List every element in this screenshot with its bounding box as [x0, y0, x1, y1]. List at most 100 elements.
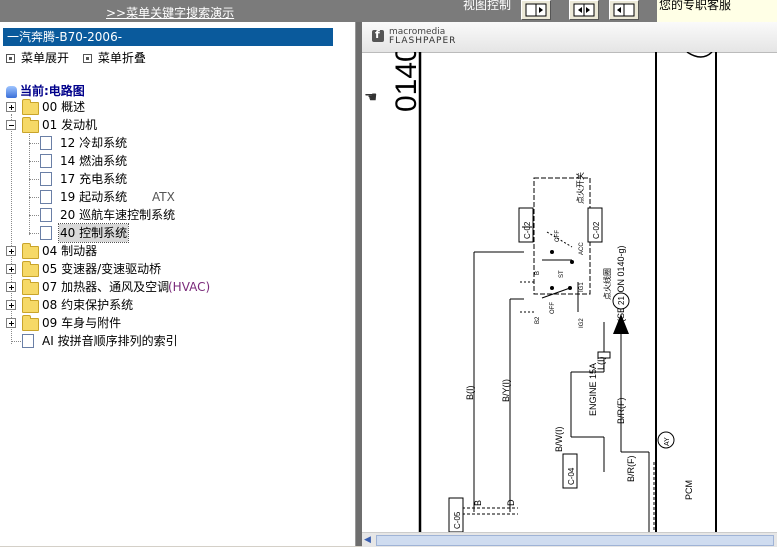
tree-item-label: 17 充电系统 — [60, 172, 128, 186]
service-label: 您的专职客服 — [659, 0, 732, 12]
current-location-label: 当前:电路图 — [20, 84, 85, 98]
page-icon — [40, 136, 52, 150]
scroll-left-arrow-icon[interactable]: ◀ — [364, 535, 374, 545]
wire-label: B/R(F) — [616, 398, 626, 425]
flashpaper-toolbar: macromedia FLASHPAPER — [362, 22, 777, 53]
expand-menu-button[interactable]: 菜单展开 — [6, 51, 69, 65]
document-viewer: macromedia FLASHPAPER 0140 ☚ C-02 C-02 点… — [362, 22, 777, 547]
expand-toggle-icon[interactable] — [6, 246, 16, 256]
switch-pin-label: ST — [559, 270, 565, 278]
expand-toggle-icon[interactable] — [6, 282, 16, 292]
document-title: 一汽奔腾-B70-2006- — [3, 28, 333, 46]
switch-pin-label: IG2 — [579, 318, 585, 328]
page-icon — [22, 334, 34, 348]
tree-guide-line — [29, 197, 39, 198]
folder-icon — [22, 315, 39, 331]
menu-operations: 菜单展开 菜单折叠 — [6, 49, 156, 66]
tree-guide-line — [29, 161, 39, 162]
split-right-icon — [613, 3, 635, 17]
wire-label: B/W(I) — [554, 427, 564, 453]
tree-item-label: 09 车身与附件 — [42, 316, 122, 330]
switch-contact — [550, 250, 554, 254]
expand-toggle-icon[interactable] — [6, 318, 16, 328]
diagram-canvas[interactable]: 0140 ☚ C-02 C-02 点火开关 OFF ACC IG1 ST IG2… — [362, 52, 777, 532]
tree-guide-line — [29, 215, 39, 216]
expand-toggle-icon[interactable] — [6, 102, 16, 112]
tree-item-label: 19 起动系统 — [60, 190, 128, 204]
tree-item-label: 08 约束保护系统 — [42, 298, 134, 312]
tree-guide-line — [11, 341, 21, 342]
hand-cursor-icon: ☚ — [364, 89, 377, 106]
page-icon — [40, 172, 52, 186]
tree-item-suffix: (HVAC) — [168, 280, 211, 294]
switch-pin-label: IG1 — [579, 282, 585, 292]
circle-marker-label: 21 — [617, 296, 626, 305]
frame-line — [686, 52, 713, 58]
tree-item-label: 07 加热器、通风及空调 — [42, 280, 170, 294]
folder-icon — [22, 243, 39, 259]
switch-pin-label: OFF — [550, 302, 556, 314]
connector-label: C-04 — [567, 467, 576, 485]
tree-guide-line — [29, 179, 39, 180]
wire-label: B(I) — [465, 385, 475, 400]
tree-guide-line — [29, 132, 30, 235]
flashpaper-logo-icon — [372, 28, 384, 42]
expand-toggle-icon[interactable] — [6, 300, 16, 310]
tree-guide-line — [29, 143, 39, 144]
view-control-label: 视图控制 — [463, 0, 512, 12]
horizontal-scrollbar[interactable]: ◀ — [362, 532, 777, 547]
tree-item-label: AI 按拼音顺序排列的索引 — [42, 334, 178, 348]
tree-item-label: 12 冷却系统 — [60, 136, 128, 150]
top-toolbar: >>菜单关键字搜索演示 视图控制 您的专职客服 — [0, 0, 777, 22]
connector-label: C-02 — [592, 221, 601, 239]
collapse-menu-label: 菜单折叠 — [97, 51, 146, 65]
layout-left-button[interactable] — [521, 0, 551, 20]
switch-contact — [570, 260, 574, 264]
navigation-pane: 一汽奔腾-B70-2006- 菜单展开 菜单折叠 当前:电路图 00 概述 01… — [0, 22, 356, 546]
split-left-icon — [525, 3, 547, 17]
expand-toggle-icon[interactable] — [6, 264, 16, 274]
page-icon — [40, 208, 52, 222]
keyword-search-link[interactable]: >>菜单关键字搜索演示 — [106, 4, 234, 21]
wire-label: ENGINE 15A — [588, 363, 598, 416]
page-icon — [40, 226, 52, 240]
coil-label: 点火线圈 — [602, 268, 612, 300]
connector-label: C-05 — [453, 511, 462, 529]
tree-item-label: 05 变速器/变速驱动桥 — [42, 262, 162, 276]
current-location: 当前:电路图 — [6, 82, 85, 99]
folder-icon — [22, 261, 39, 277]
split-both-icon — [573, 3, 595, 17]
switch-pin-label: B — [535, 271, 541, 275]
switch-pin-label: B2 — [535, 316, 541, 324]
switch-pin-label: OFF — [555, 230, 561, 242]
tree-item-suffix: ATX — [152, 190, 175, 204]
switch-contact — [550, 286, 554, 290]
connector-label: C-02 — [523, 221, 532, 239]
wire-label: B/Y(I) — [501, 379, 511, 402]
square-bullet-icon — [82, 54, 92, 63]
layout-right-button[interactable] — [609, 0, 639, 20]
switch-wire — [541, 287, 571, 299]
tree-item-label: 04 制动器 — [42, 244, 98, 258]
folder-icon — [22, 297, 39, 313]
customer-service-box[interactable]: 您的专职客服 — [657, 0, 777, 22]
page-icon — [40, 154, 52, 168]
module-label: PCM — [684, 480, 694, 500]
globe-icon — [6, 85, 17, 98]
wiring-diagram: 0140 ☚ C-02 C-02 点火开关 OFF ACC IG1 ST IG2… — [364, 52, 717, 532]
tree-item-label: 14 燃油系统 — [60, 154, 128, 168]
page-icon — [40, 190, 52, 204]
layout-both-button[interactable] — [569, 0, 599, 20]
scrollbar-thumb[interactable] — [376, 535, 774, 546]
switch-pin-label: ACC — [579, 242, 585, 255]
wire-label: B — [473, 500, 483, 506]
collapse-menu-button[interactable]: 菜单折叠 — [82, 51, 146, 65]
section-label: (SECTION 0140-g) — [616, 245, 626, 322]
tree-item-label: 01 发动机 — [42, 118, 98, 132]
page-number: 0140 — [390, 52, 423, 112]
folder-open-icon — [22, 117, 39, 133]
switch-title: 点火开关 — [575, 172, 585, 204]
tree-item-label: 20 巡航车速控制系统 — [60, 208, 176, 222]
circle-marker-label: AY — [664, 437, 671, 446]
collapse-toggle-icon[interactable] — [6, 120, 16, 130]
